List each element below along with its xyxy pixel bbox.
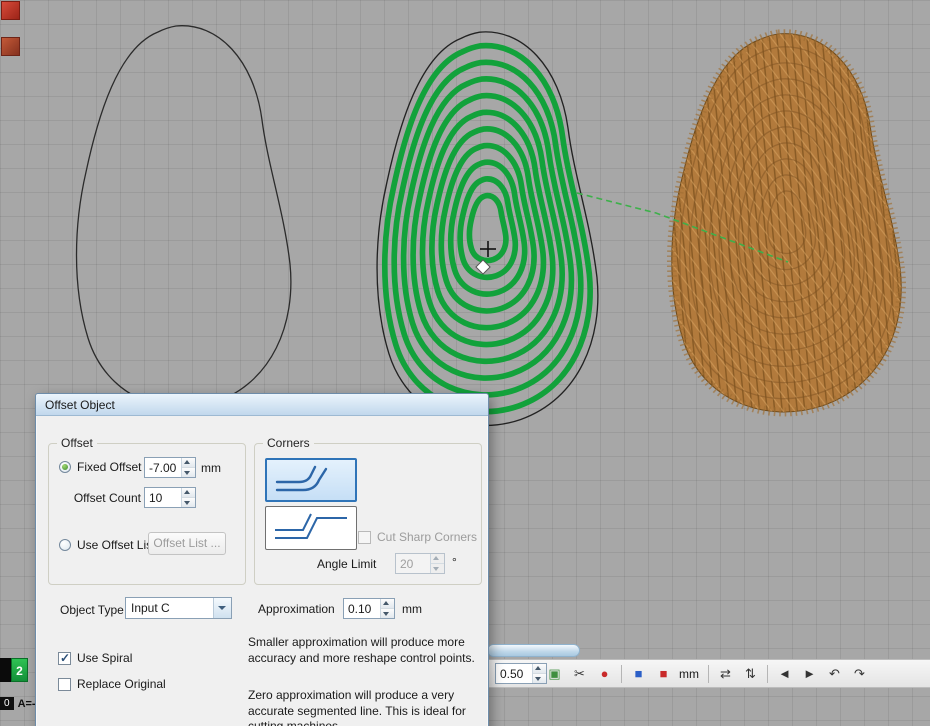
spin-down-icon[interactable]: [182, 498, 195, 507]
flip-horizontal-icon[interactable]: ⇄: [714, 662, 737, 685]
cut-sharp-corners-checkbox[interactable]: Cut Sharp Corners: [358, 530, 477, 544]
approximation-value: 0.10: [344, 599, 380, 618]
skew-right-icon[interactable]: ►: [798, 662, 821, 685]
radio-button-icon: [59, 461, 71, 473]
offset-count-label: Offset Count: [53, 491, 141, 505]
spin-down-icon[interactable]: [533, 674, 546, 683]
bottom-toolbar: ▦ ✎ ▣ ✂ ● ■ ■ 0.50 mm ⇄ ⇅ ◄ ► ↶ ↷: [487, 659, 930, 688]
offset-spiral-object[interactable]: [377, 32, 598, 426]
skew-left-icon[interactable]: ◄: [773, 662, 796, 685]
spin-up-icon[interactable]: [533, 664, 546, 674]
use-spiral-label: Use Spiral: [77, 651, 132, 665]
toolbar-separator: [621, 665, 622, 683]
object-type-label: Object Type: [60, 603, 124, 617]
corners-group-caption: Corners: [263, 436, 314, 450]
spin-up-icon[interactable]: [182, 458, 195, 468]
left-toolbar-fragment-icon-2[interactable]: [1, 37, 20, 56]
toolbar-separator: [708, 665, 709, 683]
dialog-titlebar[interactable]: Offset Object: [36, 394, 488, 416]
rounded-corners-icon: [269, 462, 353, 498]
stitched-object[interactable]: [672, 34, 901, 412]
replace-original-label: Replace Original: [77, 677, 166, 691]
left-toolbar-fragment-icon-1[interactable]: [1, 1, 20, 20]
use-spiral-checkbox[interactable]: Use Spiral: [58, 651, 132, 665]
flip-vertical-icon[interactable]: ⇅: [739, 662, 762, 685]
horizontal-scrollbar-thumb[interactable]: [487, 644, 580, 657]
offset-list-button[interactable]: Offset List ...: [148, 532, 226, 555]
object-type-value: Input C: [126, 598, 213, 618]
outline-object[interactable]: [77, 26, 291, 408]
sharp-corners-button[interactable]: [265, 506, 357, 550]
fixed-offset-input[interactable]: -7.00: [144, 457, 196, 478]
fixed-offset-unit: mm: [201, 461, 221, 475]
dialog-title: Offset Object: [45, 398, 115, 412]
dropdown-arrow-icon[interactable]: [213, 598, 231, 618]
status-coord-chip: 0: [0, 697, 14, 710]
stop-point-icon[interactable]: ●: [593, 662, 616, 685]
fixed-offset-label: Fixed Offset: [77, 460, 141, 474]
rounded-corners-button[interactable]: [265, 458, 357, 502]
approximation-note-2: Zero approximation will produce a very a…: [248, 688, 486, 726]
approximation-unit: mm: [402, 602, 422, 616]
object-type-select[interactable]: Input C: [125, 597, 232, 619]
toolbar-separator: [767, 665, 768, 683]
spinner-buttons[interactable]: [532, 664, 546, 683]
use-offset-list-label: Use Offset List: [77, 538, 155, 552]
spin-up-icon[interactable]: [182, 488, 195, 498]
spin-up-icon[interactable]: [431, 554, 444, 564]
pull-compensation-input[interactable]: 0.50: [495, 663, 547, 684]
angle-limit-unit: °: [452, 555, 457, 569]
scissors-icon[interactable]: ✂: [568, 662, 591, 685]
color-chip-red-icon[interactable]: ■: [652, 662, 675, 685]
rotate-right-icon[interactable]: ↷: [848, 662, 871, 685]
pull-compensation-value: 0.50: [496, 664, 532, 683]
spinner-buttons[interactable]: [380, 599, 394, 618]
sharp-corners-icon: [269, 510, 353, 546]
offset-group-caption: Offset: [57, 436, 97, 450]
checkbox-box-icon: [358, 531, 371, 544]
spin-up-icon[interactable]: [381, 599, 394, 609]
offset-group: Offset Fixed Offset -7.00 mm Offset Coun…: [48, 443, 246, 585]
use-offset-list-radio[interactable]: Use Offset List: [59, 538, 155, 552]
crosshair-cursor: [480, 241, 496, 257]
design-workspace[interactable]: 2 0 A=-14 ▦ ✎ ▣ ✂ ● ■ ■ 0.50 mm ⇄ ⇅ ◄ ► …: [0, 0, 930, 726]
cut-sharp-corners-label: Cut Sharp Corners: [377, 530, 477, 544]
spin-down-icon[interactable]: [431, 564, 444, 573]
pull-compensation-unit: mm: [679, 667, 699, 681]
offset-count-value: 10: [145, 488, 181, 507]
angle-limit-label: Angle Limit: [317, 557, 376, 571]
corners-group: Corners Cut Sharp Corners Angle Limit: [254, 443, 482, 585]
palette-color-selected[interactable]: 2: [11, 658, 28, 682]
spinner-buttons[interactable]: [181, 488, 195, 507]
palette-color-black[interactable]: [0, 658, 11, 682]
fixed-offset-value: -7.00: [145, 458, 181, 477]
angle-limit-value: 20: [396, 554, 430, 573]
angle-limit-input[interactable]: 20: [395, 553, 445, 574]
approximation-input[interactable]: 0.10: [343, 598, 395, 619]
offset-count-input[interactable]: 10: [144, 487, 196, 508]
fixed-offset-radio[interactable]: Fixed Offset: [59, 460, 141, 474]
spin-down-icon[interactable]: [381, 609, 394, 618]
approximation-note-1: Smaller approximation will produce more …: [248, 635, 486, 666]
spin-down-icon[interactable]: [182, 468, 195, 477]
spinner-buttons[interactable]: [430, 554, 444, 573]
rotate-left-icon[interactable]: ↶: [823, 662, 846, 685]
checkbox-box-icon: [58, 652, 71, 665]
approximation-label: Approximation: [258, 602, 335, 616]
checkbox-box-icon: [58, 678, 71, 691]
spinner-buttons[interactable]: [181, 458, 195, 477]
radio-button-icon: [59, 539, 71, 551]
offset-object-dialog: Offset Object Offset Fixed Offset -7.00 …: [35, 393, 489, 726]
replace-original-checkbox[interactable]: Replace Original: [58, 677, 166, 691]
color-chip-blue-icon[interactable]: ■: [627, 662, 650, 685]
